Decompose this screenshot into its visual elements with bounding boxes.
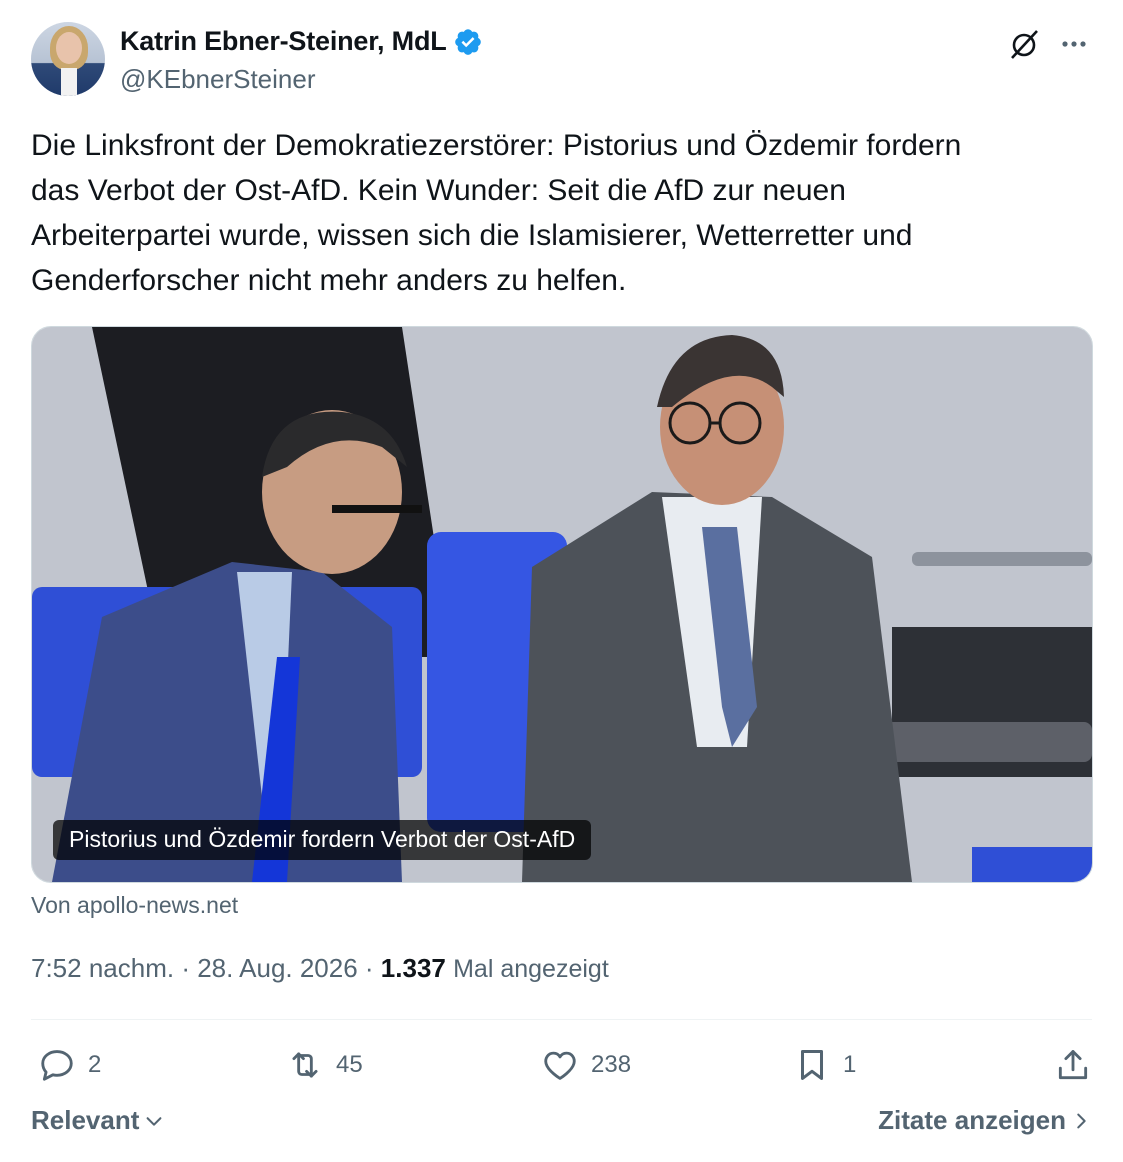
tweet-text: Die Linksfront der Demokratiezerstörer: …: [31, 129, 962, 297]
like-button[interactable]: 238: [541, 1040, 631, 1090]
meta-separator: ·: [174, 953, 198, 983]
link-card[interactable]: Pistorius und Özdemir fordern Verbot der…: [31, 326, 1093, 883]
quotes-label: Zitate anzeigen: [878, 1105, 1066, 1135]
footer-row: Relevant Zitate anzeigen: [31, 1105, 1092, 1145]
author-name[interactable]: Katrin Ebner-Steiner, MdL: [120, 26, 447, 57]
like-count: 238: [591, 1051, 632, 1078]
share-button[interactable]: [1054, 1040, 1092, 1090]
chevron-right-icon: [1077, 1113, 1086, 1128]
tweet-header: Katrin Ebner-Steiner, MdL @KEbnerSteiner: [31, 22, 1092, 102]
action-bar: 2 45 238 1: [31, 1040, 1092, 1090]
bookmark-button[interactable]: 1: [793, 1040, 856, 1090]
chevron-down-icon: [146, 1116, 162, 1126]
meta-separator: ·: [357, 953, 381, 983]
repost-count: 45: [336, 1051, 363, 1078]
avatar[interactable]: [31, 22, 105, 96]
tweet-date[interactable]: 28. Aug. 2026: [197, 953, 357, 983]
reply-icon: [41, 1050, 73, 1081]
link-source[interactable]: Von apollo-news.net: [31, 892, 238, 919]
share-icon: [1058, 1050, 1088, 1080]
views-count: 1.337: [380, 953, 446, 983]
repost-icon: [292, 1052, 318, 1078]
sort-label: Relevant: [31, 1105, 140, 1135]
grok-icon[interactable]: [1006, 26, 1042, 62]
reply-button[interactable]: 2: [38, 1040, 101, 1090]
sort-dropdown[interactable]: Relevant: [31, 1105, 165, 1136]
divider: [31, 1019, 1092, 1020]
repost-button[interactable]: 45: [286, 1040, 363, 1090]
more-icon[interactable]: [1056, 26, 1092, 62]
views-label: Mal angezeigt: [453, 955, 609, 983]
link-card-caption: Pistorius und Özdemir fordern Verbot der…: [53, 820, 592, 860]
author-name-row[interactable]: Katrin Ebner-Steiner, MdL: [120, 26, 483, 57]
bookmark-count: 1: [843, 1051, 857, 1078]
reply-count: 2: [88, 1051, 102, 1078]
author-handle[interactable]: @KEbnerSteiner: [120, 64, 316, 95]
like-icon: [544, 1051, 576, 1080]
bookmark-icon: [800, 1050, 824, 1080]
tweet-time[interactable]: 7:52 nachm.: [31, 953, 174, 983]
tweet-meta: 7:52 nachm. · 28. Aug. 2026 · 1.337 Mal …: [31, 953, 609, 984]
link-card-image: [32, 327, 1092, 882]
view-quotes-link[interactable]: Zitate anzeigen: [878, 1105, 1092, 1136]
verified-badge-icon: [454, 28, 481, 55]
